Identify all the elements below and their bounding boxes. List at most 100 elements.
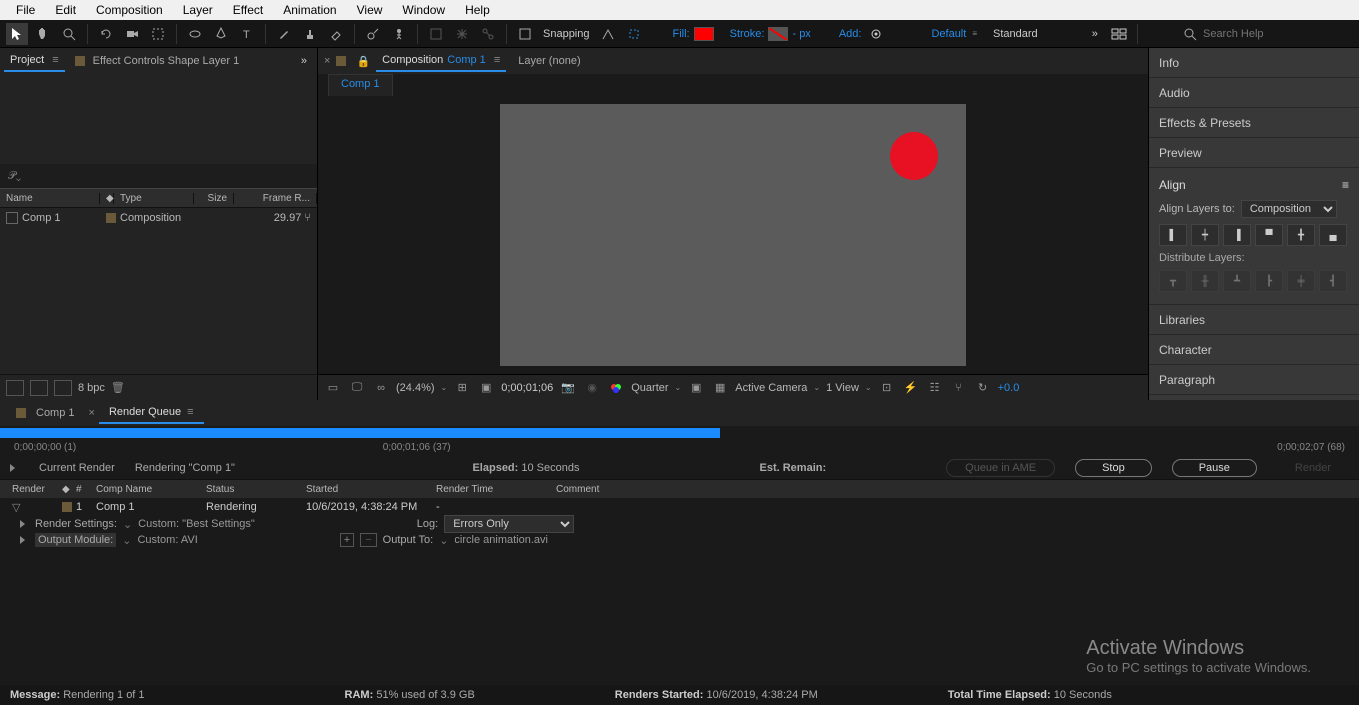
add-target-icon[interactable] [865, 23, 887, 45]
align-vcenter-icon[interactable]: ╋ [1287, 224, 1315, 246]
output-file-link[interactable]: circle animation.avi [454, 534, 548, 546]
dist-left-icon[interactable]: ┣ [1255, 270, 1283, 292]
bones-icon[interactable] [477, 23, 499, 45]
rectangle-tool-icon[interactable] [184, 23, 206, 45]
dist-bottom-icon[interactable]: ┻ [1223, 270, 1251, 292]
snap-edge-icon[interactable] [597, 23, 619, 45]
roi-icon[interactable]: ▣ [687, 380, 705, 396]
fast-preview-icon[interactable]: ⚡ [902, 380, 920, 396]
fill-label[interactable]: Fill: [673, 28, 690, 40]
project-item-row[interactable]: Comp 1 Composition 29.97 ⑂ [0, 208, 317, 228]
graph-icon[interactable] [425, 23, 447, 45]
flowchart-view-icon[interactable]: ⑂ [950, 380, 968, 396]
pause-button[interactable]: Pause [1172, 459, 1257, 477]
pan-behind-tool-icon[interactable] [147, 23, 169, 45]
menu-composition[interactable]: Composition [86, 3, 173, 17]
render-queue-item[interactable]: ▽ 1 Comp 1 Rendering 10/6/2019, 4:38:24 … [0, 498, 1359, 516]
panel-libraries[interactable]: Libraries [1149, 305, 1359, 335]
lock-icon[interactable]: 🔒 [356, 55, 370, 68]
fill-color-swatch[interactable] [694, 27, 714, 41]
magnify-icon[interactable]: ▭ [324, 380, 342, 396]
col-label-icon[interactable]: ◆ [100, 193, 114, 204]
channels-icon[interactable] [607, 380, 625, 396]
camera-tool-icon[interactable] [121, 23, 143, 45]
snapshot-icon[interactable]: 📷 [559, 380, 577, 396]
panel-character[interactable]: Character [1149, 335, 1359, 365]
menu-edit[interactable]: Edit [45, 3, 86, 17]
col-size[interactable]: Size [194, 193, 234, 204]
workspace-default[interactable]: Default≡ [925, 28, 983, 40]
add-output-icon[interactable]: + [340, 533, 354, 547]
current-time[interactable]: 0;00;01;06 [501, 382, 553, 394]
menu-effect[interactable]: Effect [223, 3, 273, 17]
mesh-icon[interactable] [451, 23, 473, 45]
resolution-dropdown[interactable]: Quarter [631, 382, 668, 394]
tab-effect-controls[interactable]: Effect Controls Shape Layer 1 [69, 51, 246, 71]
project-tabs-overflow-icon[interactable]: » [295, 55, 313, 67]
stroke-label[interactable]: Stroke: [730, 28, 765, 40]
menu-file[interactable]: File [6, 3, 45, 17]
selection-tool-icon[interactable] [6, 23, 28, 45]
type-tool-icon[interactable]: T [236, 23, 258, 45]
snap-box-icon[interactable] [623, 23, 645, 45]
search-help-input[interactable] [1203, 28, 1353, 40]
snapping-checkbox-icon[interactable] [514, 23, 536, 45]
menu-layer[interactable]: Layer [173, 3, 223, 17]
camera-dropdown[interactable]: Active Camera [735, 382, 807, 394]
col-type[interactable]: Type [114, 193, 194, 204]
show-snapshot-icon[interactable]: ◉ [583, 380, 601, 396]
rotate-tool-icon[interactable] [95, 23, 117, 45]
col-framerate[interactable]: Frame R... [234, 193, 317, 204]
panel-info[interactable]: Info [1149, 48, 1359, 78]
display-icon[interactable]: 🖵 [348, 380, 366, 396]
menu-help[interactable]: Help [455, 3, 500, 17]
add-label[interactable]: Add: [839, 28, 862, 40]
zoom-level[interactable]: (24.4%) [396, 382, 435, 394]
tab-project[interactable]: Project≡ [4, 50, 65, 72]
panel-paragraph[interactable]: Paragraph [1149, 365, 1359, 395]
roto-brush-tool-icon[interactable] [362, 23, 384, 45]
dist-vcenter-icon[interactable]: ╫ [1191, 270, 1219, 292]
goggles-icon[interactable]: ∞ [372, 380, 390, 396]
tab-layer-viewer[interactable]: Layer (none) [512, 51, 586, 71]
dist-right-icon[interactable]: ┫ [1319, 270, 1347, 292]
safe-zones-icon[interactable]: ▣ [477, 380, 495, 396]
clone-stamp-tool-icon[interactable] [299, 23, 321, 45]
dist-hcenter-icon[interactable]: ╪ [1287, 270, 1315, 292]
expand-output-module-icon[interactable] [20, 536, 25, 544]
exposure-value[interactable]: +0.0 [998, 382, 1020, 394]
stroke-width[interactable]: - px [792, 28, 810, 40]
panel-preview[interactable]: Preview [1149, 138, 1359, 168]
hand-tool-icon[interactable] [32, 23, 54, 45]
workspace-standard[interactable]: Standard [987, 28, 1044, 40]
align-top-icon[interactable]: ▀ [1255, 224, 1283, 246]
pixel-aspect-icon[interactable]: ⊡ [878, 380, 896, 396]
zoom-tool-icon[interactable] [58, 23, 80, 45]
align-hcenter-icon[interactable]: ┿ [1191, 224, 1219, 246]
align-menu-icon[interactable]: ≡ [1342, 178, 1349, 192]
col-name[interactable]: Name [0, 193, 100, 204]
project-search-icon[interactable]: 𝒫⌄ [8, 170, 21, 183]
transparency-grid-icon[interactable]: ▦ [711, 380, 729, 396]
output-module-value[interactable]: Custom: AVI [137, 534, 197, 546]
expand-current-render-icon[interactable] [10, 464, 15, 472]
panel-audio[interactable]: Audio [1149, 78, 1359, 108]
log-dropdown[interactable]: Errors Only [444, 515, 574, 533]
bpc-button[interactable]: 8 bpc [78, 382, 105, 394]
timeline-icon[interactable]: ☷ [926, 380, 944, 396]
trash-icon[interactable]: 🗑 [111, 381, 125, 394]
panel-effects-presets[interactable]: Effects & Presets [1149, 108, 1359, 138]
puppet-tool-icon[interactable] [388, 23, 410, 45]
tab-timeline-comp[interactable]: Comp 1 [6, 403, 85, 423]
menu-view[interactable]: View [347, 3, 393, 17]
composition-viewport[interactable] [318, 96, 1148, 374]
brush-tool-icon[interactable] [273, 23, 295, 45]
align-to-dropdown[interactable]: Composition [1241, 200, 1337, 218]
view-layout-dropdown[interactable]: 1 View [826, 382, 859, 394]
render-settings-value[interactable]: Custom: "Best Settings" [138, 518, 255, 530]
workspace-overflow-icon[interactable]: » [1086, 28, 1104, 40]
expand-render-settings-icon[interactable] [20, 520, 25, 528]
menu-window[interactable]: Window [392, 3, 455, 17]
stroke-color-swatch[interactable] [768, 27, 788, 41]
remove-output-icon[interactable]: − [360, 533, 376, 547]
